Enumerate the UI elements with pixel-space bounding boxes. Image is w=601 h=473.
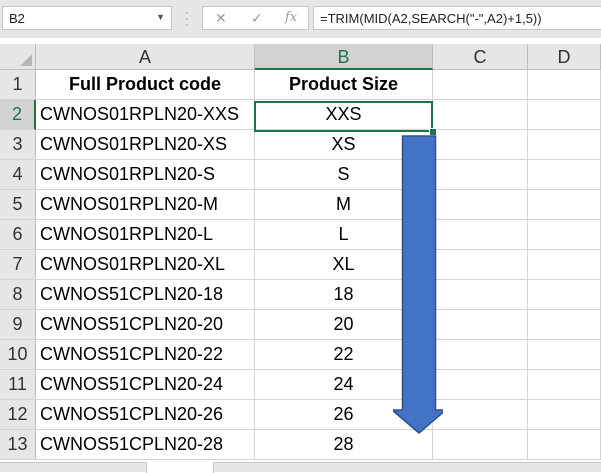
cell-d11[interactable] — [528, 370, 601, 400]
cell-a13[interactable]: CWNOS51CPLN20-28 — [36, 430, 255, 460]
cell-a10[interactable]: CWNOS51CPLN20-22 — [36, 340, 255, 370]
cell-a5[interactable]: CWNOS01RPLN20-M — [36, 190, 255, 220]
cell-d3[interactable] — [528, 130, 601, 160]
cell-c13[interactable] — [433, 430, 528, 460]
row-header-8[interactable]: 8 — [0, 280, 36, 310]
formula-buttons: ✕ ✓ fx — [202, 6, 309, 30]
select-all-button[interactable] — [0, 44, 36, 70]
cell-c5[interactable] — [433, 190, 528, 220]
cell-a7[interactable]: CWNOS01RPLN20-XL — [36, 250, 255, 280]
cell-c10[interactable] — [433, 340, 528, 370]
cell-a3[interactable]: CWNOS01RPLN20-XS — [36, 130, 255, 160]
cell-a4[interactable]: CWNOS01RPLN20-S — [36, 160, 255, 190]
cell-d1[interactable] — [528, 70, 601, 100]
row-header-5[interactable]: 5 — [0, 190, 36, 220]
cell-c6[interactable] — [433, 220, 528, 250]
cell-b2[interactable]: XXS — [255, 100, 433, 130]
formula-bar: B2 ▼ · · · ✕ ✓ fx =TRIM(MID(A2,SEARCH("-",… — [0, 0, 601, 38]
cell-d7[interactable] — [528, 250, 601, 280]
cell-a8[interactable]: CWNOS51CPLN20-18 — [36, 280, 255, 310]
cell-a1[interactable]: Full Product code — [36, 70, 255, 100]
cell-a2[interactable]: CWNOS01RPLN20-XXS — [36, 100, 255, 130]
insert-function-icon[interactable]: fx — [285, 10, 297, 25]
cell-d9[interactable] — [528, 310, 601, 340]
row-header-12[interactable]: 12 — [0, 400, 36, 430]
cell-d12[interactable] — [528, 400, 601, 430]
column-header-b[interactable]: B — [255, 44, 433, 70]
down-arrow-icon — [393, 135, 443, 434]
formula-input[interactable]: =TRIM(MID(A2,SEARCH("-",A2)+1,5)) — [313, 6, 601, 30]
row-header-10[interactable]: 10 — [0, 340, 36, 370]
cell-d6[interactable] — [528, 220, 601, 250]
cell-c3[interactable] — [433, 130, 528, 160]
cell-c11[interactable] — [433, 370, 528, 400]
cell-c2[interactable] — [433, 100, 528, 130]
row-header-6[interactable]: 6 — [0, 220, 36, 250]
cell-d10[interactable] — [528, 340, 601, 370]
row-header-9[interactable]: 9 — [0, 310, 36, 340]
cell-d4[interactable] — [528, 160, 601, 190]
cell-c8[interactable] — [433, 280, 528, 310]
name-box-value: B2 — [9, 11, 25, 26]
chevron-down-icon[interactable]: ▼ — [156, 12, 165, 22]
column-header-a[interactable]: A — [36, 44, 255, 70]
enter-icon[interactable]: ✓ — [251, 10, 263, 27]
row-header-7[interactable]: 7 — [0, 250, 36, 280]
cell-a6[interactable]: CWNOS01RPLN20-L — [36, 220, 255, 250]
cell-c12[interactable] — [433, 400, 528, 430]
cell-d5[interactable] — [528, 190, 601, 220]
cell-c1[interactable] — [433, 70, 528, 100]
sheet-tab-active[interactable] — [146, 462, 214, 473]
cell-a9[interactable]: CWNOS51CPLN20-20 — [36, 310, 255, 340]
row-header-3[interactable]: 3 — [0, 130, 36, 160]
cell-c4[interactable] — [433, 160, 528, 190]
row-header-13[interactable]: 13 — [0, 430, 36, 460]
column-header-c[interactable]: C — [433, 44, 528, 70]
cell-a11[interactable]: CWNOS51CPLN20-24 — [36, 370, 255, 400]
cell-d13[interactable] — [528, 430, 601, 460]
fill-down-arrow-shape — [393, 135, 443, 434]
column-header-d[interactable]: D — [528, 44, 601, 70]
formula-bar-grip-icon: · · · — [185, 5, 189, 31]
cell-c7[interactable] — [433, 250, 528, 280]
cancel-icon[interactable]: ✕ — [215, 10, 227, 27]
row-header-4[interactable]: 4 — [0, 160, 36, 190]
cell-c9[interactable] — [433, 310, 528, 340]
formula-text: =TRIM(MID(A2,SEARCH("-",A2)+1,5)) — [320, 11, 542, 26]
select-all-triangle-icon — [20, 54, 32, 66]
name-box[interactable]: B2 ▼ — [2, 6, 172, 30]
sheet-tab-bar — [0, 462, 601, 473]
cell-b1[interactable]: Product Size — [255, 70, 433, 100]
cell-a12[interactable]: CWNOS51CPLN20-26 — [36, 400, 255, 430]
row-header-1[interactable]: 1 — [0, 70, 36, 100]
row-header-11[interactable]: 11 — [0, 370, 36, 400]
cell-d2[interactable] — [528, 100, 601, 130]
row-header-2[interactable]: 2 — [0, 100, 36, 130]
cell-d8[interactable] — [528, 280, 601, 310]
